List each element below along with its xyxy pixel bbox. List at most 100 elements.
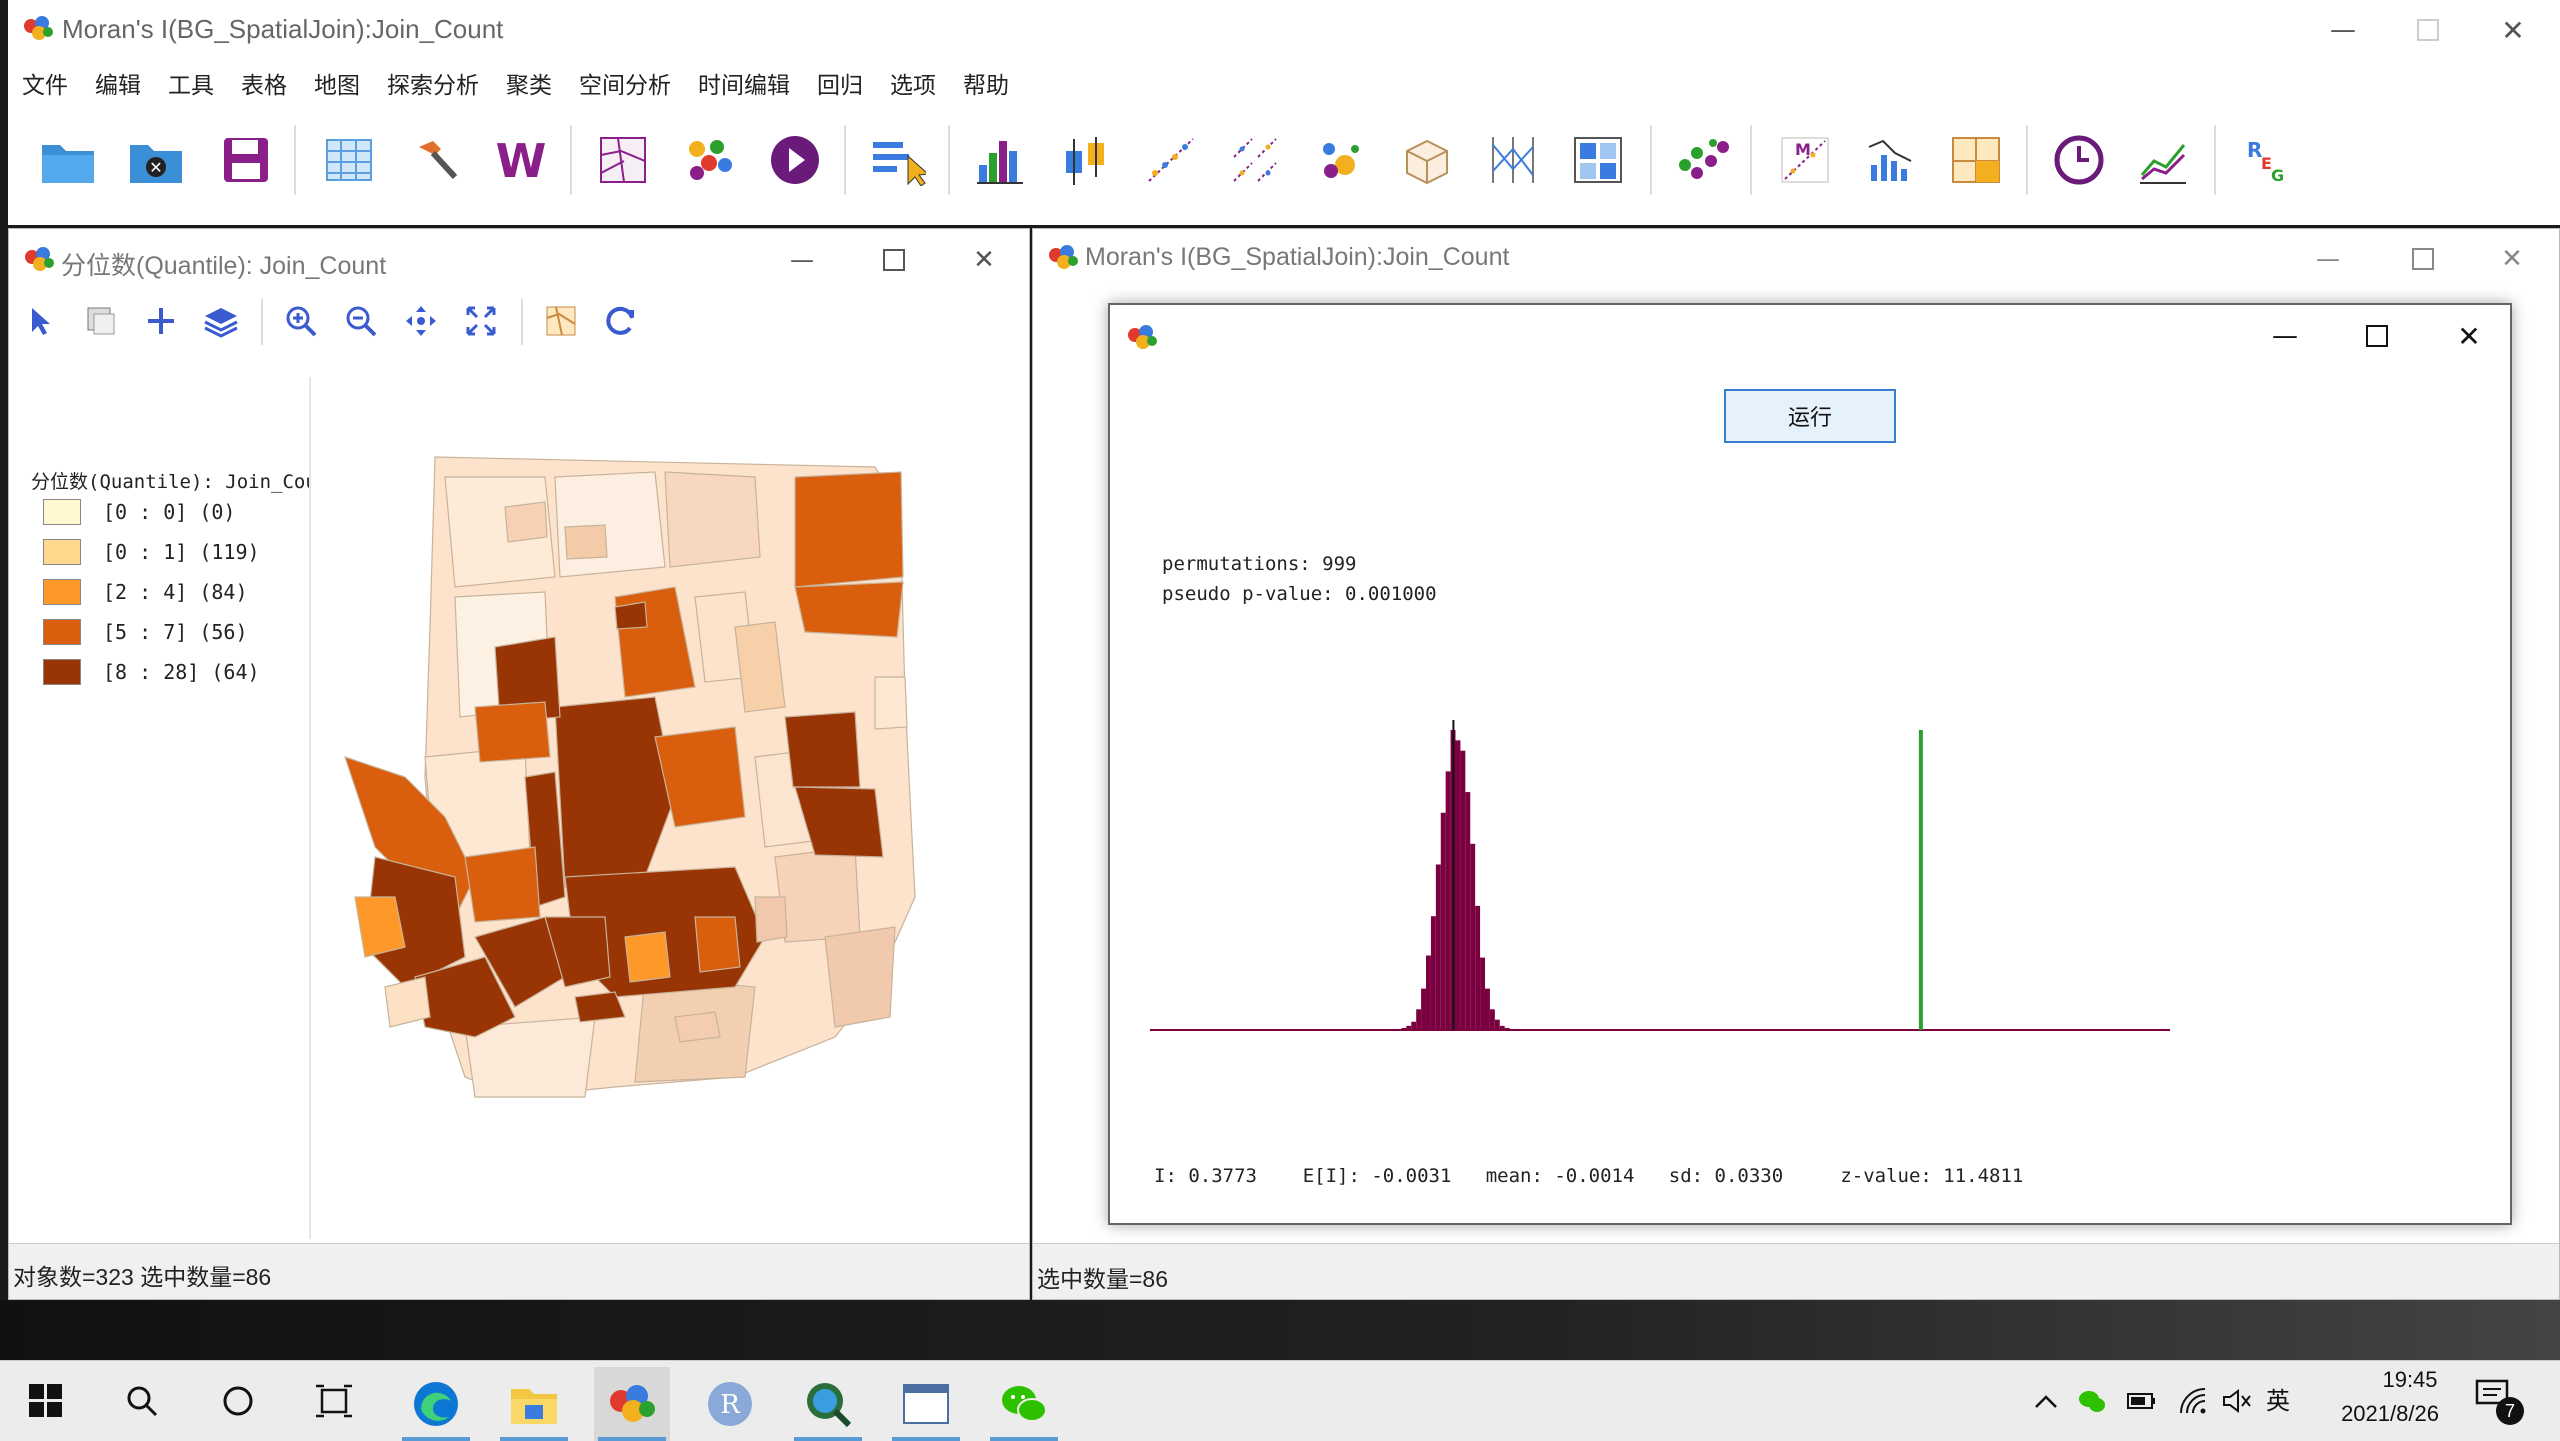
minimize-button[interactable]: — xyxy=(2250,305,2320,367)
taskbar-app-window[interactable] xyxy=(888,1367,964,1441)
histogram-button[interactable] xyxy=(966,125,1036,195)
scatter-matrix-button[interactable] xyxy=(1221,125,1291,195)
minimize-button[interactable]: — xyxy=(2308,0,2378,60)
map-button[interactable] xyxy=(588,125,658,195)
taskbar-app-wechat[interactable] xyxy=(986,1367,1062,1441)
select-button[interactable] xyxy=(863,125,933,195)
taskbar-app-explorer[interactable] xyxy=(496,1367,572,1441)
bubble-chart-button[interactable] xyxy=(1306,125,1376,195)
search-icon xyxy=(127,1386,158,1417)
taskbar-app-r[interactable]: R xyxy=(692,1367,768,1441)
menu-options[interactable]: 选项 xyxy=(890,66,936,100)
correlogram-button[interactable] xyxy=(1856,125,1926,195)
refresh-button[interactable] xyxy=(591,291,651,351)
basemap-button[interactable] xyxy=(531,291,591,351)
cluster-map-button[interactable] xyxy=(674,125,744,195)
maximize-button[interactable] xyxy=(2342,305,2412,367)
zoom-out-button[interactable] xyxy=(331,291,391,351)
task-view-button[interactable] xyxy=(308,1375,360,1427)
notification-button[interactable]: 7 xyxy=(2474,1377,2534,1427)
cluster-analysis-button[interactable] xyxy=(1668,125,1738,195)
choropleth-map[interactable] xyxy=(315,377,1029,1239)
regression-button[interactable]: REG xyxy=(2232,125,2302,195)
app-running-indicator xyxy=(892,1437,960,1441)
time-chart-button[interactable] xyxy=(2129,125,2199,195)
permutation-histogram xyxy=(1150,720,2170,1031)
menu-tools[interactable]: 工具 xyxy=(168,66,214,100)
maximize-button[interactable] xyxy=(2393,0,2463,60)
scatter-plot-button[interactable] xyxy=(1136,125,1206,195)
menu-space[interactable]: 空间分析 xyxy=(579,66,671,100)
select-tool-button[interactable] xyxy=(11,291,71,351)
map-tile-button[interactable] xyxy=(1941,125,2011,195)
time-button[interactable] xyxy=(2044,125,2114,195)
full-extent-button[interactable] xyxy=(451,291,511,351)
menu-time[interactable]: 时间编辑 xyxy=(698,66,790,100)
volume-muted-icon xyxy=(2223,1389,2251,1413)
close-button[interactable]: ✕ xyxy=(2477,229,2547,289)
pan-button[interactable] xyxy=(391,291,451,351)
close-button[interactable]: ✕ xyxy=(949,229,1019,291)
taskbar-app-edge[interactable] xyxy=(398,1367,474,1441)
menu-explore[interactable]: 探索分析 xyxy=(387,66,479,100)
menu-cluster[interactable]: 聚类 xyxy=(506,66,552,100)
clock-date[interactable]: 2021/8/26 xyxy=(2315,1401,2465,1427)
ime-indicator[interactable]: 英 xyxy=(2266,1381,2290,1416)
clock-time[interactable]: 19:45 xyxy=(2350,1367,2470,1393)
tray-volume-icon[interactable] xyxy=(2220,1383,2256,1419)
histogram-bar xyxy=(1485,988,1490,1030)
maximize-button[interactable] xyxy=(859,229,929,291)
tray-wechat-icon[interactable] xyxy=(2074,1383,2110,1419)
menu-table[interactable]: 表格 xyxy=(241,66,287,100)
minimize-button[interactable]: — xyxy=(767,229,837,291)
histogram-bar xyxy=(1416,1009,1422,1030)
layers-button[interactable] xyxy=(191,291,251,351)
add-button[interactable] xyxy=(131,291,191,351)
close-project-button[interactable]: ✕ xyxy=(121,125,191,195)
legend-item[interactable]: [2 : 4] (84) xyxy=(43,579,248,605)
conditional-plot-button[interactable] xyxy=(1563,125,1633,195)
menu-edit[interactable]: 编辑 xyxy=(95,66,141,100)
taskbar-app-qgis[interactable] xyxy=(790,1367,866,1441)
search-button[interactable] xyxy=(116,1375,168,1427)
maximize-button[interactable] xyxy=(2388,229,2458,289)
zoom-in-button[interactable] xyxy=(271,291,331,351)
moran-scatter-button[interactable]: M xyxy=(1770,125,1840,195)
animation-button[interactable] xyxy=(760,125,830,195)
legend-item[interactable]: [0 : 1] (119) xyxy=(43,539,260,565)
legend-item[interactable]: [8 : 28] (64) xyxy=(43,659,260,685)
app-running-indicator xyxy=(598,1437,666,1441)
parallel-coordinate-button[interactable] xyxy=(1478,125,1548,195)
table-button[interactable] xyxy=(314,125,384,195)
legend-label: [0 : 0] xyxy=(103,500,188,524)
3d-scatter-button[interactable] xyxy=(1392,125,1462,195)
open-folder-button[interactable] xyxy=(33,125,103,195)
tray-battery-icon[interactable] xyxy=(2122,1383,2158,1419)
legend-swatch xyxy=(43,539,81,565)
tools-button[interactable] xyxy=(401,125,471,195)
legend-item[interactable]: [5 : 7] (56) xyxy=(43,619,248,645)
weights-button[interactable]: W xyxy=(486,125,556,195)
menu-regression[interactable]: 回归 xyxy=(817,66,863,100)
menu-help[interactable]: 帮助 xyxy=(963,66,1009,100)
menu-file[interactable]: 文件 xyxy=(22,66,68,100)
map-region xyxy=(504,501,548,543)
main-titlebar[interactable]: Moran's I(BG_SpatialJoin):Join_Count xyxy=(8,0,2560,60)
minimize-button[interactable]: — xyxy=(2293,229,2363,289)
selection-shape-button[interactable] xyxy=(71,291,131,351)
taskbar-app-geoda[interactable] xyxy=(594,1367,670,1441)
legend-label: [2 : 4] xyxy=(103,580,188,604)
moran-status-text: 选中数量=86 xyxy=(1037,1266,1169,1292)
save-button[interactable] xyxy=(211,125,281,195)
menu-map[interactable]: 地图 xyxy=(314,66,360,100)
cortana-button[interactable] xyxy=(212,1375,264,1427)
run-button[interactable]: 运行 xyxy=(1724,389,1896,443)
legend-item[interactable]: [0 : 0] (0) xyxy=(43,499,235,525)
map-region xyxy=(624,931,671,983)
box-plot-button[interactable] xyxy=(1051,125,1121,195)
close-button[interactable]: ✕ xyxy=(2434,305,2504,367)
tray-wifi-icon[interactable] xyxy=(2174,1383,2210,1419)
close-button[interactable]: ✕ xyxy=(2478,0,2548,60)
start-button[interactable] xyxy=(20,1375,72,1427)
tray-overflow-button[interactable] xyxy=(2028,1383,2064,1419)
